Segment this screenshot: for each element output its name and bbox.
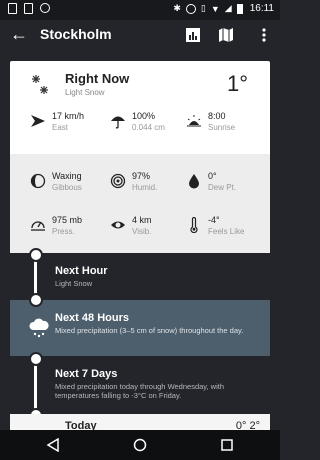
status-time: 16:11 — [249, 3, 274, 14]
timeline-dot — [29, 293, 43, 307]
metric-sunrise: 8:00 Sunrise — [186, 111, 266, 137]
sync-icon — [40, 3, 50, 13]
sd-card-icon — [8, 3, 17, 14]
wifi-icon: ▼ — [210, 3, 220, 14]
back-arrow-icon[interactable]: ← — [10, 24, 28, 44]
snow-icon — [32, 75, 48, 94]
metric-pressure: 975 mb Press. — [30, 215, 110, 241]
umbrella-icon — [111, 116, 125, 129]
metric-feels-like: -4° Feels Like — [186, 215, 266, 241]
metric-label: Press. — [52, 227, 75, 236]
alarm-icon — [185, 3, 196, 14]
map-icon[interactable] — [218, 27, 234, 43]
timeline-summary: Light Snow — [55, 279, 93, 288]
timeline-item-next-hour[interactable]: Next Hour Light Snow — [55, 265, 260, 288]
metric-wind: 17 km/h East — [30, 111, 110, 137]
chart-icon[interactable] — [185, 27, 201, 43]
battery-icon — [236, 3, 243, 14]
nav-home-icon[interactable] — [133, 438, 147, 452]
moon-icon — [30, 173, 46, 189]
pressure-icon — [31, 221, 45, 231]
metric-label: Sunrise — [208, 123, 236, 132]
metric-label: Feels Like — [208, 227, 245, 236]
thermometer-icon — [190, 217, 198, 233]
metric-value: Waxing — [52, 171, 82, 181]
bluetooth-icon: ✱ — [173, 3, 181, 13]
timeline-title: Next 48 Hours — [55, 312, 129, 324]
timeline-dot — [29, 352, 43, 366]
now-title: Right Now — [65, 71, 130, 86]
metric-label: Humid. — [132, 183, 158, 192]
nav-recents-icon[interactable] — [220, 438, 234, 452]
timeline-summary: Mixed precipitation (3–5 cm of snow) thr… — [55, 326, 244, 335]
signal-icon: ◢ — [224, 3, 232, 13]
wind-icon — [31, 115, 45, 127]
timeline-item-next-48-hours[interactable]: Next 48 Hours Mixed precipitation (3–5 c… — [55, 312, 260, 335]
timeline-title: Next 7 Days — [55, 368, 118, 380]
metric-moon-phase: Waxing Gibbous — [30, 171, 110, 197]
timeline-item-next-7-days[interactable]: Next 7 Days Mixed precipitation today th… — [55, 368, 265, 400]
system-nav-bar — [0, 430, 280, 460]
metric-precipitation: 100% 0.044 cm — [110, 111, 190, 137]
timeline-dot — [29, 248, 43, 262]
metric-value: 17 km/h — [52, 111, 85, 121]
metric-visibility: 4 km Visib. — [110, 215, 190, 241]
metric-label: Gibbous — [52, 183, 82, 192]
humidity-icon — [110, 173, 126, 189]
notification-icon — [24, 3, 33, 14]
metric-value: -4° — [208, 215, 220, 225]
status-bar: ✱ ▯ ▼ ◢ 16:11 — [0, 0, 280, 20]
dew-drop-icon — [189, 174, 199, 189]
now-temperature: 1° — [226, 71, 248, 96]
vibrate-icon: ▯ — [200, 3, 206, 13]
more-options-icon[interactable] — [256, 27, 272, 43]
page-title: Stockholm — [40, 26, 112, 42]
current-conditions-card[interactable]: Right Now Light Snow 1° 17 km/h East 100… — [10, 61, 270, 253]
nav-back-icon[interactable] — [46, 438, 60, 452]
metric-dew-point: 0° Dew Pt. — [186, 171, 266, 197]
metric-label: Visib. — [132, 227, 152, 236]
metric-value: 975 mb — [52, 215, 83, 225]
metric-label: 0.044 cm — [132, 123, 165, 132]
metric-value: 4 km — [132, 215, 152, 225]
app-toolbar: ← Stockholm — [0, 20, 280, 50]
metric-value: 0° — [208, 171, 217, 181]
metric-value: 97% — [132, 171, 151, 181]
eye-icon — [111, 221, 125, 229]
timeline-title: Next Hour — [55, 265, 108, 277]
cloud-snow-icon — [29, 318, 49, 338]
metric-label: Dew Pt. — [208, 183, 237, 192]
sunrise-icon — [187, 115, 201, 127]
metric-label: East — [52, 123, 69, 132]
now-condition: Light Snow — [65, 88, 105, 97]
timeline-summary: Mixed precipitation today through Wednes… — [55, 382, 224, 400]
metric-humidity: 97% Humid. — [110, 171, 190, 197]
metric-value: 100% — [132, 111, 156, 121]
metric-value: 8:00 — [208, 111, 226, 121]
